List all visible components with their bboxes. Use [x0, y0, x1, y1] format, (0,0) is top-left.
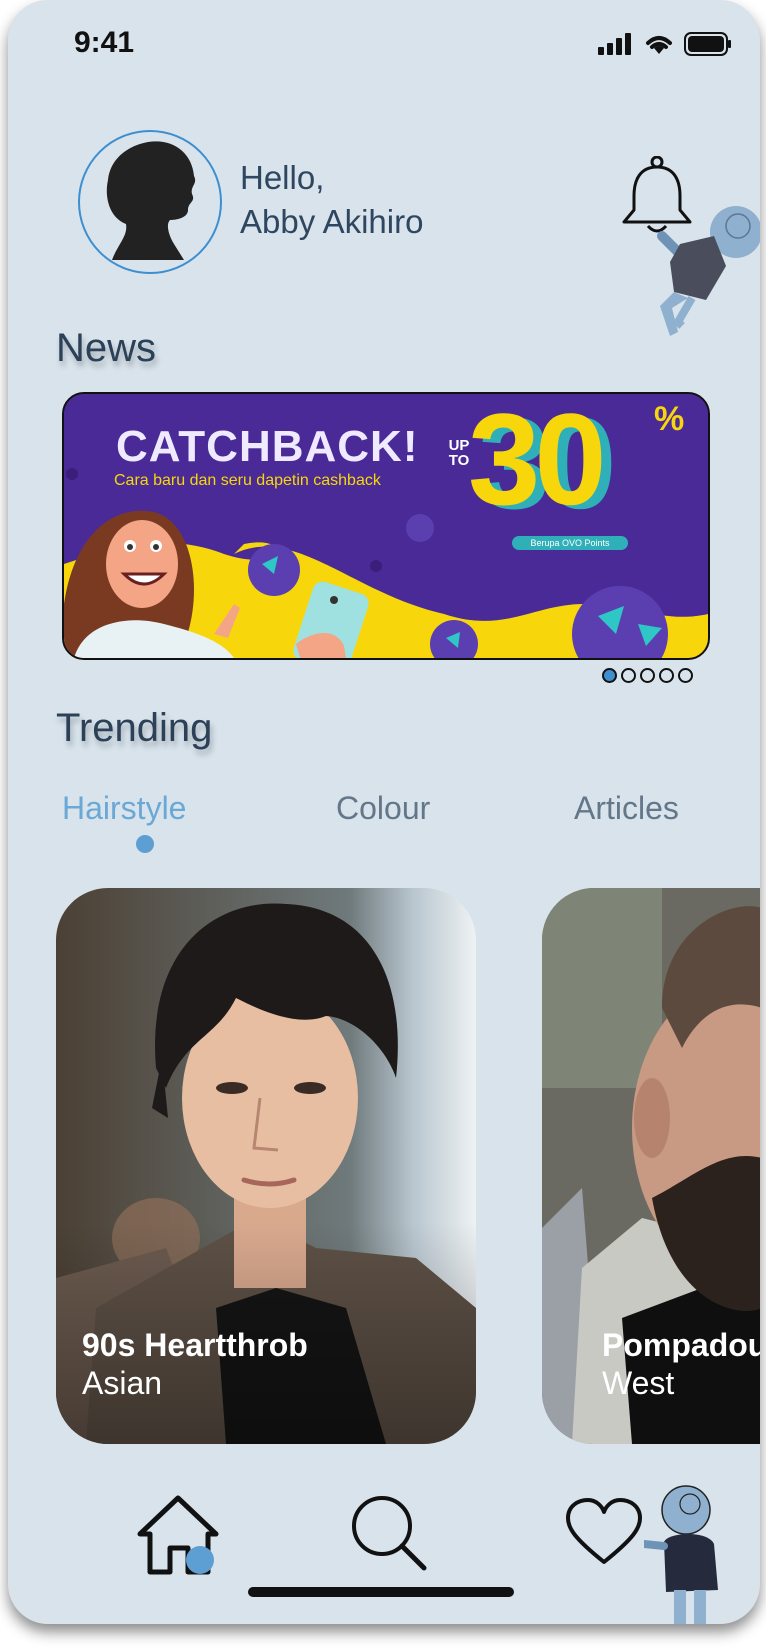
hairstyle-card[interactable]: Pompadour West	[542, 888, 760, 1444]
banner-headline: CATCHBACK!	[116, 422, 419, 471]
news-title: News	[56, 326, 157, 370]
news-banner[interactable]: CATCHBACK! Cara baru dan seru dapetin ca…	[62, 392, 710, 660]
home-icon[interactable]	[136, 1494, 228, 1590]
astronaut-illustration	[657, 206, 760, 336]
tab-articles[interactable]: Articles	[574, 790, 679, 827]
astronaut-illustration	[644, 1485, 718, 1624]
active-tab-indicator	[136, 835, 154, 853]
trending-title: Trending	[56, 706, 213, 750]
banner-percent: %	[654, 400, 685, 438]
user-silhouette-icon	[106, 141, 196, 260]
tab-colour[interactable]: Colour	[336, 790, 430, 827]
heart-icon[interactable]	[564, 1498, 644, 1568]
card-title: 90s Heartthrob	[82, 1327, 308, 1363]
card-subtitle: Asian	[82, 1365, 163, 1401]
battery-icon	[684, 32, 731, 56]
card-title: Pompadour	[602, 1327, 760, 1363]
tab-hairstyle[interactable]: Hairstyle	[62, 790, 186, 827]
status-time: 9:41	[74, 26, 135, 59]
greeting-block: Hello, Abby Akihiro	[240, 156, 423, 244]
banner-subline: Cara baru dan seru dapetin cashback	[114, 472, 381, 489]
user-name: Abby Akihiro	[240, 203, 424, 240]
phone-screen: 9:41 Hello, Abby Akihiro News CATCHBACK!…	[8, 0, 760, 1624]
banner-pill: Berupa OVO Points	[512, 536, 628, 550]
card-subtitle: West	[602, 1365, 675, 1401]
wifi-icon	[646, 36, 672, 54]
search-icon[interactable]	[350, 1494, 430, 1574]
home-indicator	[248, 1587, 514, 1597]
pagination-dot[interactable]	[640, 668, 655, 683]
pagination-dot[interactable]	[678, 668, 693, 683]
avatar[interactable]	[78, 130, 222, 274]
banner-amount: 30	[468, 392, 607, 532]
carousel-pagination	[602, 668, 693, 683]
greeting-text: Hello,	[240, 159, 325, 196]
signal-icon	[598, 33, 631, 55]
hairstyle-card[interactable]: 90s Heartthrob Asian	[56, 888, 476, 1444]
pagination-dot[interactable]	[659, 668, 674, 683]
pagination-dot[interactable]	[621, 668, 636, 683]
pagination-dot[interactable]	[602, 668, 617, 683]
status-icons	[598, 32, 732, 56]
